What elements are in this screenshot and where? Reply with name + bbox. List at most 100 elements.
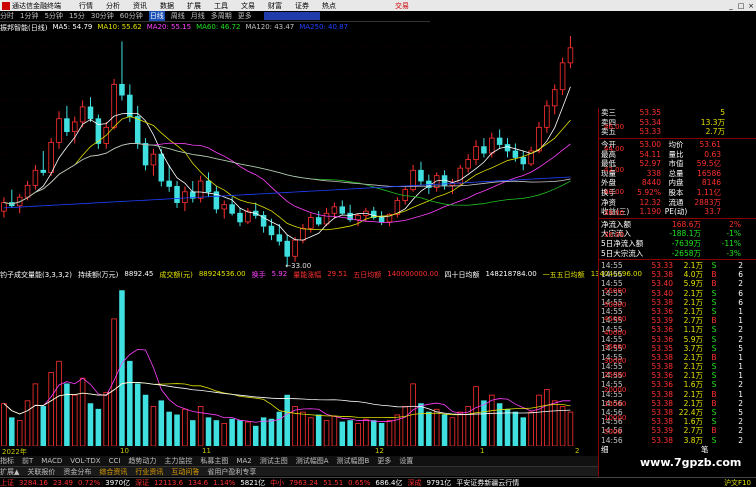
indicator-tab[interactable]: 趋势动力 [128, 456, 156, 466]
volume-bar [449, 417, 456, 446]
search-input[interactable] [263, 12, 320, 20]
volume-bar [174, 414, 180, 446]
info-tab[interactable]: 扩展▲ [0, 467, 19, 477]
period-tab[interactable]: 60分钟 [120, 11, 143, 21]
menu-wealth[interactable]: 财富 [268, 1, 282, 11]
title-bar: 通达信金融终端 行情 分析 资讯 数据 扩展 工具 文易 财富 证券 热点 交易… [0, 0, 756, 11]
menu-news[interactable]: 资讯 [133, 1, 147, 11]
period-tab[interactable]: 分时 [0, 11, 14, 21]
period-tab[interactable]: 30分钟 [91, 11, 114, 21]
indicator-tab[interactable]: 设置 [399, 456, 413, 466]
menu-extend[interactable]: 扩展 [187, 1, 201, 11]
f10-link[interactable]: 沪文F10 [724, 478, 751, 487]
stat-value: 1.190 [639, 207, 661, 217]
indicator-tab[interactable]: CCI [109, 457, 121, 465]
period-tab[interactable]: 5分钟 [44, 11, 62, 21]
vol-ratio-label: 量能涨幅 [293, 271, 322, 279]
info-tab[interactable]: 关联报价 [27, 467, 55, 477]
volume-bar [205, 417, 212, 446]
candle-body [221, 204, 228, 210]
info-tab[interactable]: 互动问答 [171, 467, 199, 477]
indicator-tab[interactable]: VOL-TDX [70, 457, 100, 465]
period-tab[interactable]: 多周期 [211, 11, 232, 21]
volume-bar [213, 420, 220, 446]
volume-bar [40, 406, 47, 446]
candle-body [119, 83, 125, 96]
candle-body [150, 153, 157, 166]
menu-wenyi[interactable]: 文易 [241, 1, 255, 11]
indicator-tab[interactable]: 主力监控 [164, 456, 192, 466]
ask-price: 53.35 [639, 108, 661, 118]
tick-price: 53.38 [651, 352, 673, 362]
ask-volume: 2.7万 [705, 127, 725, 137]
period-tab[interactable]: 月线 [191, 11, 205, 21]
volume-bar [300, 411, 306, 446]
minimize-icon[interactable]: _ [726, 2, 736, 10]
close-icon[interactable]: × [746, 2, 756, 10]
period-tab[interactable]: 更多 [238, 11, 252, 21]
ma20-line [3, 142, 571, 223]
menu-tools[interactable]: 工具 [214, 1, 228, 11]
info-tab[interactable]: 资金分布 [63, 467, 91, 477]
tick-side: B [711, 279, 717, 289]
volume-bar [190, 420, 196, 446]
cy-index-label[interactable]: 深成 [407, 478, 421, 487]
candle-body [276, 234, 283, 242]
menu-analysis[interactable]: 分析 [106, 1, 120, 11]
period-tab[interactable]: 日线 [148, 11, 165, 21]
menu-quote[interactable]: 行情 [79, 1, 93, 11]
tick-count: 6 [738, 288, 743, 298]
menu-hot[interactable]: 热点 [322, 1, 336, 11]
trade-button[interactable]: 交易 [395, 1, 409, 11]
indicator-tab[interactable]: MACD [41, 457, 62, 465]
sh-index-label[interactable]: 上证 [0, 478, 14, 487]
volume-bar [182, 408, 188, 446]
info-tab[interactable]: 省用户盈利专享 [207, 467, 256, 477]
candlestick-chart[interactable]: ←33.00 [0, 34, 598, 269]
volume-chart[interactable] [0, 281, 598, 446]
tick-side: S [711, 297, 717, 307]
candle-body [559, 62, 566, 91]
volume-bar [64, 383, 70, 446]
menu-data[interactable]: 数据 [160, 1, 174, 11]
volume-bar [134, 383, 141, 446]
volume-bar [347, 420, 353, 446]
volume-axis-label: 55000 [604, 286, 627, 295]
indicator-tab[interactable]: 测试幅图A [296, 456, 329, 466]
sz-index-label[interactable]: 深证 [135, 478, 149, 487]
stat-value: 16586 [697, 168, 721, 178]
indicator-tab[interactable]: 私募主图 [200, 456, 228, 466]
tick-count: 2 [738, 325, 743, 335]
tick-side: S [711, 417, 717, 427]
detail-toggle[interactable]: 细 [601, 444, 701, 455]
tick-count: 2 [738, 261, 743, 270]
tick-side: B [711, 398, 717, 408]
volume-bar [473, 386, 479, 446]
period-tab[interactable]: 15分 [69, 11, 85, 21]
volume-bar [127, 360, 133, 446]
stat-label: PE(动) [664, 207, 688, 217]
indicator-tab[interactable]: MA2 [236, 457, 251, 465]
maximize-icon[interactable]: □ [736, 2, 746, 10]
app-logo-icon [2, 1, 10, 10]
tick-price: 53.38 [651, 417, 673, 427]
period-tab[interactable]: 1分钟 [20, 11, 38, 21]
info-tab[interactable]: 行业资讯 [135, 467, 163, 477]
volume-bar [433, 408, 440, 446]
volume-bar [16, 420, 23, 446]
indicator-tab[interactable]: 测试主图 [260, 456, 288, 466]
period-tab[interactable]: 周线 [171, 11, 185, 21]
volume-bar [528, 411, 534, 446]
indicator-tab[interactable]: 指标 [0, 456, 14, 466]
menu-securities[interactable]: 证券 [295, 1, 309, 11]
watermark: www.7gpzb.com [640, 456, 742, 469]
volume-axis-label: 45000 [604, 314, 627, 323]
tick-price: 53.39 [651, 316, 673, 326]
indicator-tab[interactable]: 测试幅图B [337, 456, 370, 466]
info-tab[interactable]: 综合资讯 [99, 467, 127, 477]
tick-toggle[interactable]: 笔 [701, 444, 709, 455]
indicator-tab[interactable]: 前T [22, 456, 33, 466]
ma5d-value: 140000000.00 [387, 270, 439, 278]
indicator-tab[interactable]: 更多 [377, 456, 391, 466]
zx-index-label[interactable]: 中小 [270, 478, 284, 487]
